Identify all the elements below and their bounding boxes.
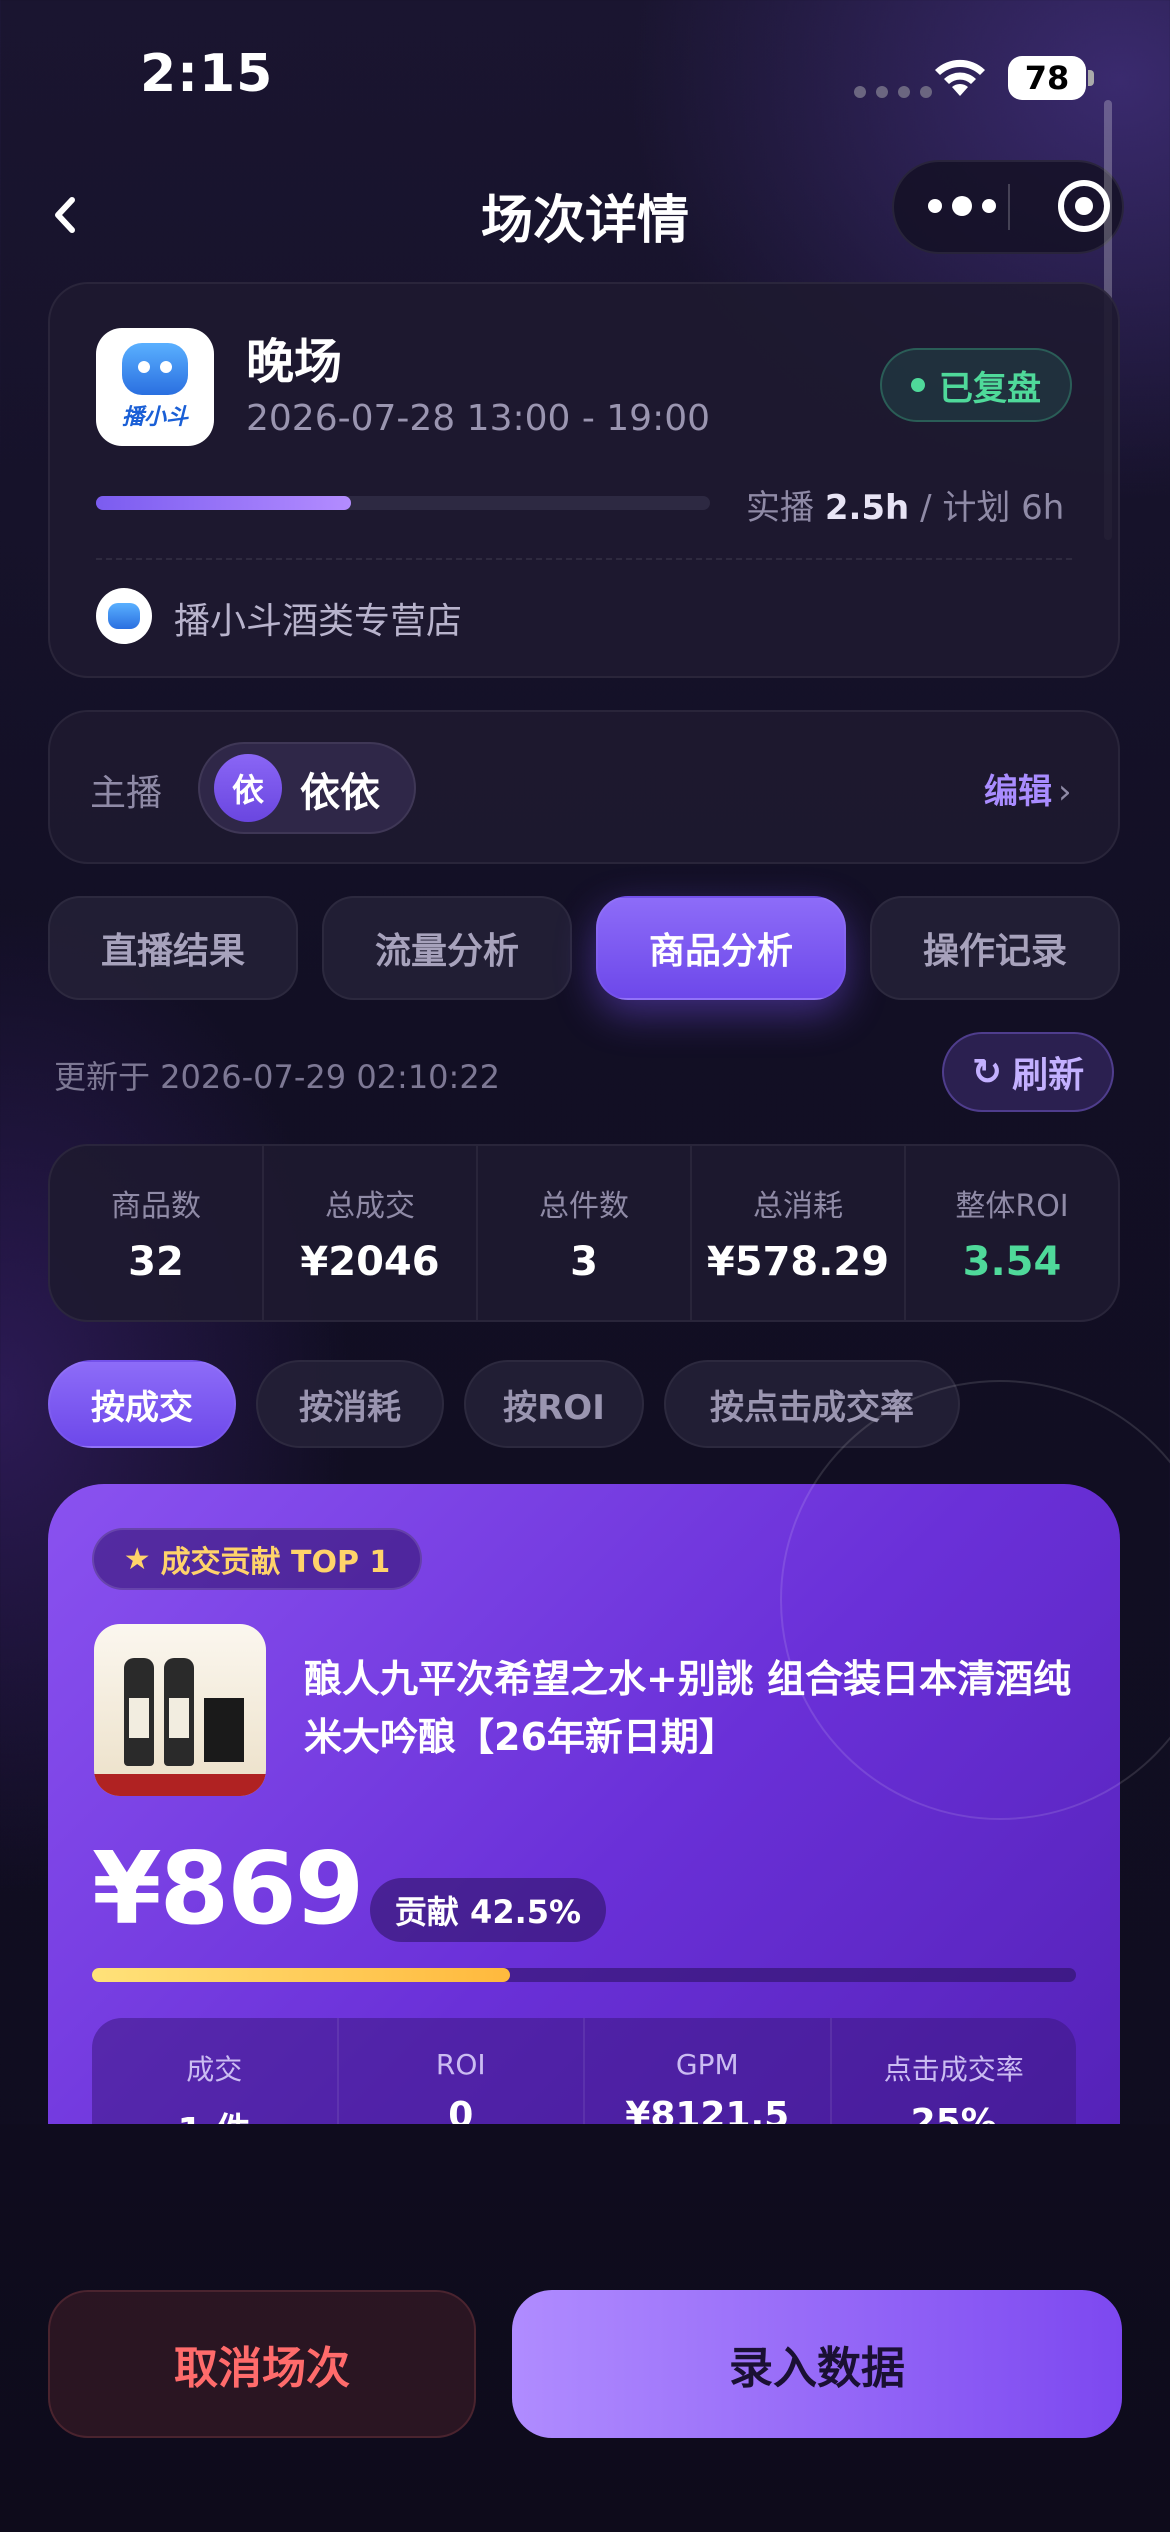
status-time: 2:15: [140, 44, 274, 104]
capsule-divider: [1008, 184, 1010, 230]
store-logo: 播小斗: [96, 328, 214, 446]
stat-value: ¥2046: [300, 1239, 440, 1285]
progress-meta: 实播 2.5h / 计划 6h: [746, 480, 1064, 529]
top-rank-badge: ★ 成交贡献 TOP 1: [92, 1528, 422, 1590]
stat-label: 总成交: [325, 1189, 415, 1224]
stat-value: ¥578.29: [706, 1239, 890, 1285]
tab-traffic-analysis[interactable]: 流量分析: [322, 896, 572, 1000]
sort-by-roi[interactable]: 按ROI: [464, 1360, 644, 1448]
product-name: 酿人九平次希望之水+别誂 组合装日本清酒纯米大吟酿【26年新日期】: [304, 1657, 1072, 1759]
contribution-fill: [92, 1968, 511, 1982]
plan-label: 计划 6h: [942, 488, 1065, 528]
status-badge: 已复盘: [880, 348, 1072, 422]
wifi-icon: [935, 59, 985, 96]
edit-host-button[interactable]: 编辑 ›: [984, 764, 1072, 813]
enter-data-button[interactable]: 录入数据: [512, 2290, 1122, 2438]
host-name: 依依: [300, 770, 380, 816]
shop-avatar: [96, 588, 152, 644]
session-time: 2026-07-28 13:00 - 19:00: [246, 398, 711, 439]
battery-icon: 78: [1008, 56, 1086, 100]
rank-text: 成交贡献 TOP 1: [160, 1545, 391, 1580]
refresh-icon: ↻: [971, 1051, 1003, 1093]
status-text: 已复盘: [939, 368, 1041, 409]
shop-name: 播小斗酒类专营店: [174, 601, 463, 642]
host-avatar: 依: [214, 754, 282, 822]
cancel-session-button[interactable]: 取消场次: [48, 2290, 476, 2438]
metric-roi: ROI 0: [339, 2018, 585, 2138]
metric-label: 点击成交率: [883, 2053, 1024, 2086]
signal-icon: [854, 86, 932, 98]
session-name: 晚场: [246, 334, 343, 390]
metric-label: 成交: [186, 2053, 243, 2086]
stat-roi: 整体ROI 3.54: [906, 1146, 1118, 1320]
tab-product-analysis[interactable]: 商品分析: [596, 896, 846, 1000]
stat-label: 整体ROI: [955, 1189, 1069, 1224]
sort-by-gmv[interactable]: 按成交: [48, 1360, 236, 1448]
stat-value: 32: [128, 1239, 184, 1285]
stat-label: 总件数: [539, 1189, 629, 1224]
summary-stats: 商品数 32 总成交 ¥2046 总件数 3 总消耗 ¥578.29 整体ROI 3.54: [48, 1144, 1120, 1322]
progress-fill: [96, 496, 352, 510]
battery-cap: [1088, 70, 1094, 86]
stat-total-items: 总件数 3: [478, 1146, 692, 1320]
edit-label: 编辑: [984, 772, 1052, 812]
refresh-button[interactable]: ↻ 刷新: [942, 1032, 1114, 1112]
metric-orders: 成交1 件: [92, 2018, 339, 2152]
stat-total-gmv: 总成交 ¥2046: [264, 1146, 478, 1320]
host-label: 主播: [90, 773, 163, 814]
close-target-icon[interactable]: [1058, 180, 1110, 232]
actual-value: 2.5h: [824, 488, 910, 528]
chevron-right-icon: ›: [1058, 772, 1072, 812]
product-metrics: 成交1 件 ROI0 GPM¥8121.5 点击成交率25%: [92, 2018, 1077, 2152]
status-dot-icon: [911, 378, 925, 392]
product-image: [94, 1624, 266, 1796]
metric-gpm: GPM ¥8121.5: [585, 2018, 832, 2138]
updated-timestamp: 更新于 2026-07-29 02:10:22: [54, 1058, 501, 1096]
metric-click-conversion: 点击成交率 25%: [832, 2018, 1077, 2143]
tab-live-result[interactable]: 直播结果: [48, 896, 298, 1000]
metric-label: ROI: [435, 2048, 486, 2081]
contribution-badge: 贡献 42.5%: [370, 1878, 606, 1942]
divider: [96, 558, 1072, 560]
robot-icon: [122, 343, 188, 395]
star-icon: ★: [123, 1541, 151, 1577]
product-gmv: ¥869: [92, 1830, 364, 1947]
stat-product-count: 商品数 32: [50, 1146, 264, 1320]
more-icon[interactable]: [928, 196, 996, 216]
stat-total-spend: 总消耗 ¥578.29: [692, 1146, 906, 1320]
stat-label: 商品数: [111, 1189, 201, 1224]
refresh-label: 刷新: [1012, 1055, 1085, 1096]
stat-value: 3: [570, 1239, 598, 1285]
stat-value: 3.54: [962, 1239, 1062, 1285]
stat-label: 总消耗: [753, 1189, 843, 1224]
actual-label: 实播: [746, 488, 814, 528]
metric-label: GPM: [675, 2048, 739, 2081]
logo-text: 播小斗: [121, 405, 188, 430]
sort-by-spend[interactable]: 按消耗: [256, 1360, 444, 1448]
meta-separator: /: [920, 488, 932, 528]
tab-operation-log[interactable]: 操作记录: [870, 896, 1120, 1000]
